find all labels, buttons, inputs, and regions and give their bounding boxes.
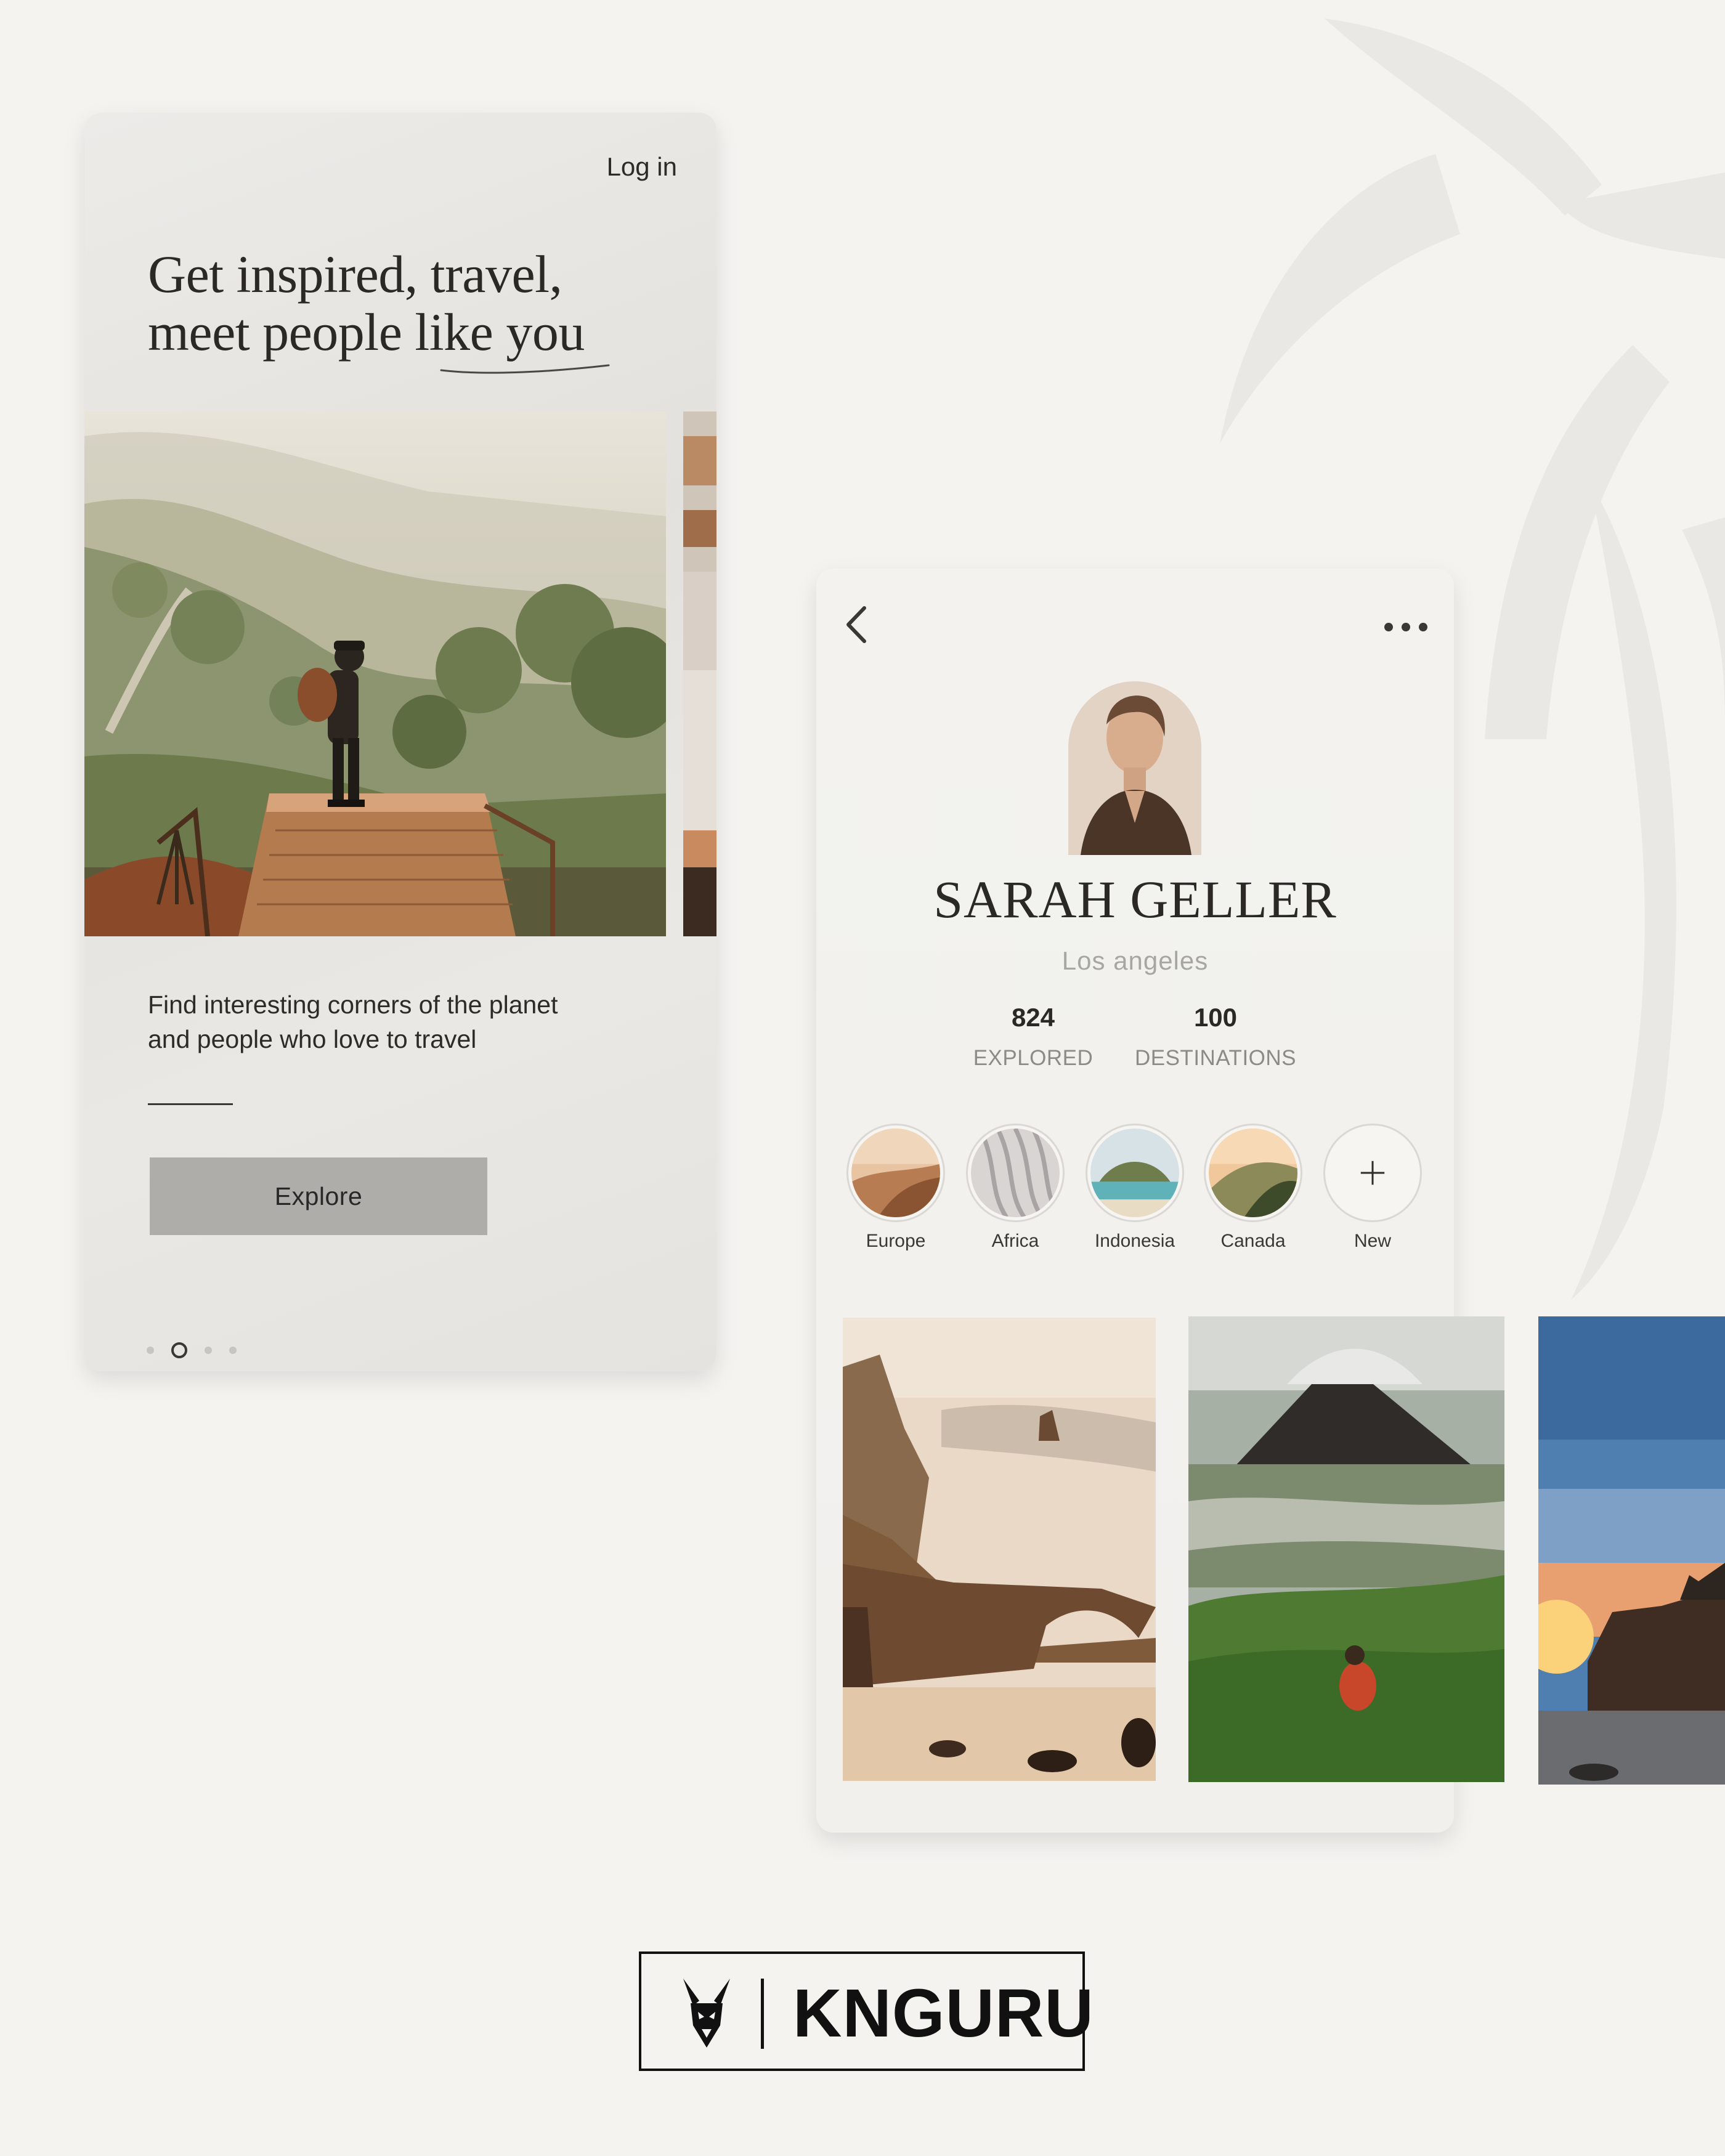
pagination-dots	[147, 1341, 237, 1360]
logo-separator	[761, 1979, 764, 2049]
profile-location: Los angeles	[1061, 946, 1209, 975]
onboarding-screen: Log in Get inspired, travel, meet people…	[84, 113, 716, 1371]
profile-name: SARAH GELLER	[933, 870, 1337, 929]
stat-explored: 824 EXPLORED	[972, 1003, 1095, 1071]
story-europe[interactable]: Europe	[843, 1124, 948, 1252]
pagination-dot-active[interactable]	[171, 1342, 187, 1358]
gallery-photo[interactable]	[1188, 1316, 1504, 1782]
story-canada[interactable]: Canada	[1201, 1124, 1305, 1252]
login-link[interactable]: Log in	[607, 152, 677, 182]
stat-value: 100	[1193, 1003, 1238, 1032]
tagline-text: Find interesting corners of the planet a…	[148, 987, 641, 1056]
stat-label: DESTINATIONS	[1134, 1046, 1297, 1070]
headline-underline-decoration	[440, 364, 610, 374]
tagline-line-1: Find interesting corners of the planet	[148, 991, 558, 1019]
headline-line-1: Get inspired, travel,	[148, 245, 562, 304]
story-label: New	[1354, 1231, 1391, 1251]
pagination-dot[interactable]	[147, 1347, 154, 1354]
stat-label: EXPLORED	[973, 1046, 1094, 1070]
page-title: Get inspired, travel, meet people like y…	[148, 245, 690, 361]
story-thumbnail	[1086, 1124, 1184, 1222]
hero-travel-photo	[84, 411, 666, 936]
explore-button[interactable]: Explore	[150, 1157, 487, 1235]
tagline-line-2: and people who love to travel	[148, 1025, 477, 1053]
story-thumbnail	[846, 1124, 945, 1222]
next-slide-photo-peek	[683, 411, 716, 936]
more-dots-icon[interactable]	[1382, 618, 1429, 636]
story-new-button[interactable]: New	[1320, 1124, 1425, 1252]
stat-value: 824	[1011, 1003, 1055, 1032]
pagination-dot[interactable]	[205, 1347, 212, 1354]
back-chevron-icon[interactable]	[841, 603, 874, 646]
gallery-photo[interactable]	[1538, 1316, 1725, 1785]
headline-line-2: meet people like you	[148, 302, 585, 362]
story-label: Europe	[866, 1231, 926, 1251]
kangaroo-logo-icon	[683, 1979, 730, 2048]
story-thumbnail	[966, 1124, 1065, 1222]
brand-logo: KNGURU	[639, 1951, 1094, 2071]
avatar[interactable]	[1068, 681, 1201, 855]
brand-name: KNGURU	[793, 1976, 1094, 2051]
story-thumbnail	[1204, 1124, 1302, 1222]
story-label: Canada	[1220, 1231, 1286, 1251]
gallery-photo[interactable]	[843, 1318, 1156, 1781]
story-label: Africa	[991, 1231, 1039, 1251]
story-add-ring	[1323, 1124, 1422, 1222]
pagination-dot[interactable]	[229, 1347, 237, 1354]
stat-destinations: 100 DESTINATIONS	[1129, 1003, 1302, 1071]
story-africa[interactable]: Africa	[963, 1124, 1068, 1252]
story-label: Indonesia	[1094, 1231, 1175, 1251]
divider	[148, 1103, 233, 1105]
plus-icon	[1360, 1161, 1385, 1185]
story-indonesia[interactable]: Indonesia	[1082, 1124, 1187, 1252]
